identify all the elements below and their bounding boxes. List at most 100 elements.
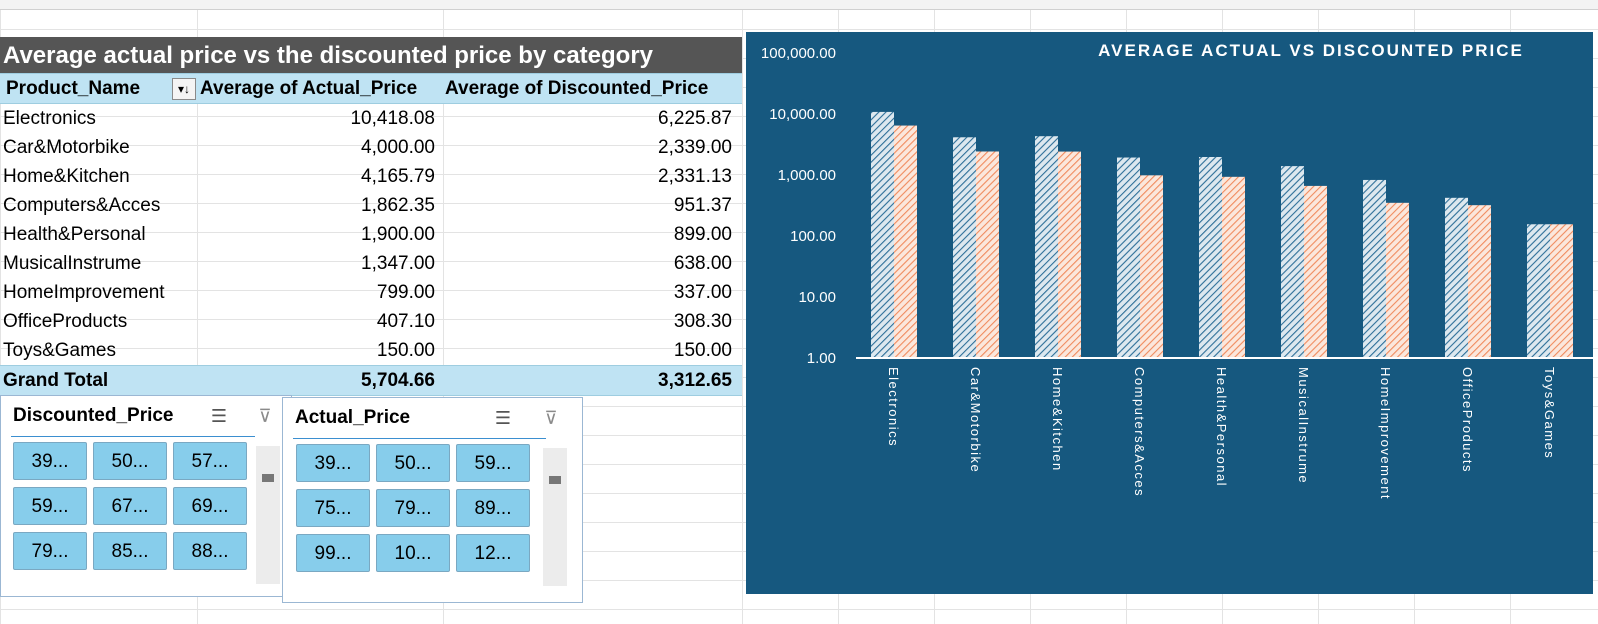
chart-canvas: AVERAGE ACTUAL VS DISCOUNTED PRICE 100,00… bbox=[761, 41, 1593, 500]
pivot-row[interactable]: Health&Personal 1,900.00 899.00 bbox=[0, 220, 742, 249]
slicer-scrollbar[interactable] bbox=[543, 448, 567, 586]
pivot-row[interactable]: Electronics 10,418.08 6,225.87 bbox=[0, 104, 742, 133]
row-category: Computers&Acces bbox=[3, 195, 161, 216]
slicer-item-button[interactable]: 85... bbox=[93, 532, 167, 570]
row-category: Car&Motorbike bbox=[3, 137, 130, 158]
bar-discounted-price bbox=[1468, 205, 1491, 357]
y-tick-label: 1,000.00 bbox=[778, 167, 836, 184]
slicer-item-button[interactable]: 99... bbox=[296, 534, 370, 572]
slicer-item-button[interactable]: 10... bbox=[376, 534, 450, 572]
slicer-item-button[interactable]: 39... bbox=[296, 444, 370, 482]
row-actual-price: 4,000.00 bbox=[361, 137, 435, 158]
pivot-row[interactable]: OfficeProducts 407.10 308.30 bbox=[0, 307, 742, 336]
bar-actual-price bbox=[1117, 157, 1140, 357]
slicer-divider bbox=[11, 436, 255, 437]
row-actual-price: 150.00 bbox=[376, 340, 435, 361]
row-category: HomeImprovement bbox=[3, 282, 165, 303]
x-category-label: Computers&Acces bbox=[1132, 367, 1147, 497]
bar-discounted-price bbox=[1550, 224, 1573, 357]
header-average-actual-price[interactable]: Average of Actual_Price bbox=[200, 74, 417, 104]
bar-discounted-price bbox=[1304, 185, 1327, 357]
scrollbar-thumb[interactable] bbox=[549, 476, 561, 484]
bar-chart[interactable]: AVERAGE ACTUAL VS DISCOUNTED PRICE 100,00… bbox=[746, 32, 1593, 594]
row-discounted-price: 899.00 bbox=[673, 224, 732, 245]
slicer-item-button[interactable]: 67... bbox=[93, 487, 167, 525]
row-discounted-price: 2,339.00 bbox=[658, 137, 732, 158]
row-actual-price: 1,347.00 bbox=[361, 253, 435, 274]
x-category-label: MusicalInstrume bbox=[1296, 367, 1311, 484]
y-tick-label: 10,000.00 bbox=[769, 106, 836, 123]
slicer-actual-price[interactable]: Actual_Price ☰ ⊽ 39... 50... 59... 75... 79.… bbox=[282, 397, 583, 603]
x-category-label: Car&Motorbike bbox=[968, 367, 983, 473]
row-discounted-price: 638.00 bbox=[673, 253, 732, 274]
slicer-title: Actual_Price bbox=[295, 407, 411, 428]
row-category: Health&Personal bbox=[3, 224, 146, 245]
slicer-item-button[interactable]: 69... bbox=[173, 487, 247, 525]
slicer-item-button[interactable]: 88... bbox=[173, 532, 247, 570]
slicer-item-button[interactable]: 89... bbox=[456, 489, 530, 527]
slicer-item-button[interactable]: 12... bbox=[456, 534, 530, 572]
bar-discounted-price bbox=[1058, 151, 1081, 357]
row-actual-price: 1,900.00 bbox=[361, 224, 435, 245]
slicer-scrollbar[interactable] bbox=[256, 446, 280, 584]
chart-title: AVERAGE ACTUAL VS DISCOUNTED PRICE bbox=[1098, 41, 1524, 60]
pivot-row[interactable]: Toys&Games 150.00 150.00 bbox=[0, 336, 742, 365]
row-category: Toys&Games bbox=[3, 340, 116, 361]
slicer-title: Discounted_Price bbox=[13, 405, 174, 426]
slicer-item-button[interactable]: 57... bbox=[173, 442, 247, 480]
pivot-title[interactable]: Average actual price vs the discounted p… bbox=[0, 37, 742, 73]
multi-select-icon[interactable]: ☰ bbox=[491, 407, 515, 429]
grand-total-label: Grand Total bbox=[3, 370, 109, 391]
bar-discounted-price bbox=[976, 151, 999, 357]
pivot-row[interactable]: Home&Kitchen 4,165.79 2,331.13 bbox=[0, 162, 742, 191]
sort-descending-icon[interactable]: ▾↓ bbox=[172, 78, 196, 100]
row-discounted-price: 951.37 bbox=[673, 195, 732, 216]
row-category: Electronics bbox=[3, 108, 96, 129]
pivot-row[interactable]: Computers&Acces 1,862.35 951.37 bbox=[0, 191, 742, 220]
slicer-item-button[interactable]: 79... bbox=[376, 489, 450, 527]
bar-actual-price bbox=[953, 137, 976, 357]
header-product-name[interactable]: Product_Name bbox=[6, 74, 140, 104]
y-tick-label: 10.00 bbox=[798, 289, 836, 306]
slicer-item-button[interactable]: 50... bbox=[376, 444, 450, 482]
x-category-label: Toys&Games bbox=[1542, 367, 1557, 459]
column-divider bbox=[742, 0, 743, 624]
slicer-item-button[interactable]: 79... bbox=[13, 532, 87, 570]
clear-filter-icon[interactable]: ⊽ bbox=[539, 407, 563, 429]
bar-actual-price bbox=[1527, 224, 1550, 357]
row-discounted-price: 6,225.87 bbox=[658, 108, 732, 129]
bar-actual-price bbox=[1281, 166, 1304, 357]
slicer-item-button[interactable]: 59... bbox=[456, 444, 530, 482]
scrollbar-thumb[interactable] bbox=[262, 474, 274, 482]
header-average-discounted-price[interactable]: Average of Discounted_Price bbox=[445, 74, 708, 104]
row-discounted-price: 2,331.13 bbox=[658, 166, 732, 187]
slicer-item-button[interactable]: 50... bbox=[93, 442, 167, 480]
bar-discounted-price bbox=[1140, 175, 1163, 357]
slicer-discounted-price[interactable]: Discounted_Price ☰ ⊽ 39... 50... 57... 59..… bbox=[0, 395, 292, 597]
grand-total-actual: 5,704.66 bbox=[361, 370, 435, 391]
y-tick-label: 100.00 bbox=[790, 228, 836, 245]
grand-total-row[interactable]: Grand Total 5,704.66 3,312.65 bbox=[0, 365, 742, 396]
pivot-header-row: Product_Name ▾↓ Average of Actual_Price … bbox=[0, 73, 742, 104]
row-actual-price: 799.00 bbox=[376, 282, 435, 303]
pivot-row[interactable]: Car&Motorbike 4,000.00 2,339.00 bbox=[0, 133, 742, 162]
row-actual-price: 4,165.79 bbox=[361, 166, 435, 187]
slicer-item-button[interactable]: 59... bbox=[13, 487, 87, 525]
bar-actual-price bbox=[871, 111, 894, 357]
x-category-label: HomeImprovement bbox=[1378, 367, 1393, 500]
grand-total-discounted: 3,312.65 bbox=[658, 370, 732, 391]
pivot-table[interactable]: Average actual price vs the discounted p… bbox=[0, 37, 742, 396]
pivot-row[interactable]: MusicalInstrume 1,347.00 638.00 bbox=[0, 249, 742, 278]
slicer-item-button[interactable]: 39... bbox=[13, 442, 87, 480]
clear-filter-icon[interactable]: ⊽ bbox=[253, 405, 277, 427]
column-header-strip[interactable] bbox=[0, 0, 1598, 10]
bar-actual-price bbox=[1035, 136, 1058, 357]
slicer-divider bbox=[293, 438, 546, 439]
row-category: MusicalInstrume bbox=[3, 253, 142, 274]
row-actual-price: 407.10 bbox=[376, 311, 435, 332]
multi-select-icon[interactable]: ☰ bbox=[207, 405, 231, 427]
bar-discounted-price bbox=[894, 125, 917, 357]
pivot-row[interactable]: HomeImprovement 799.00 337.00 bbox=[0, 278, 742, 307]
y-tick-label: 100,000.00 bbox=[761, 45, 836, 62]
slicer-item-button[interactable]: 75... bbox=[296, 489, 370, 527]
